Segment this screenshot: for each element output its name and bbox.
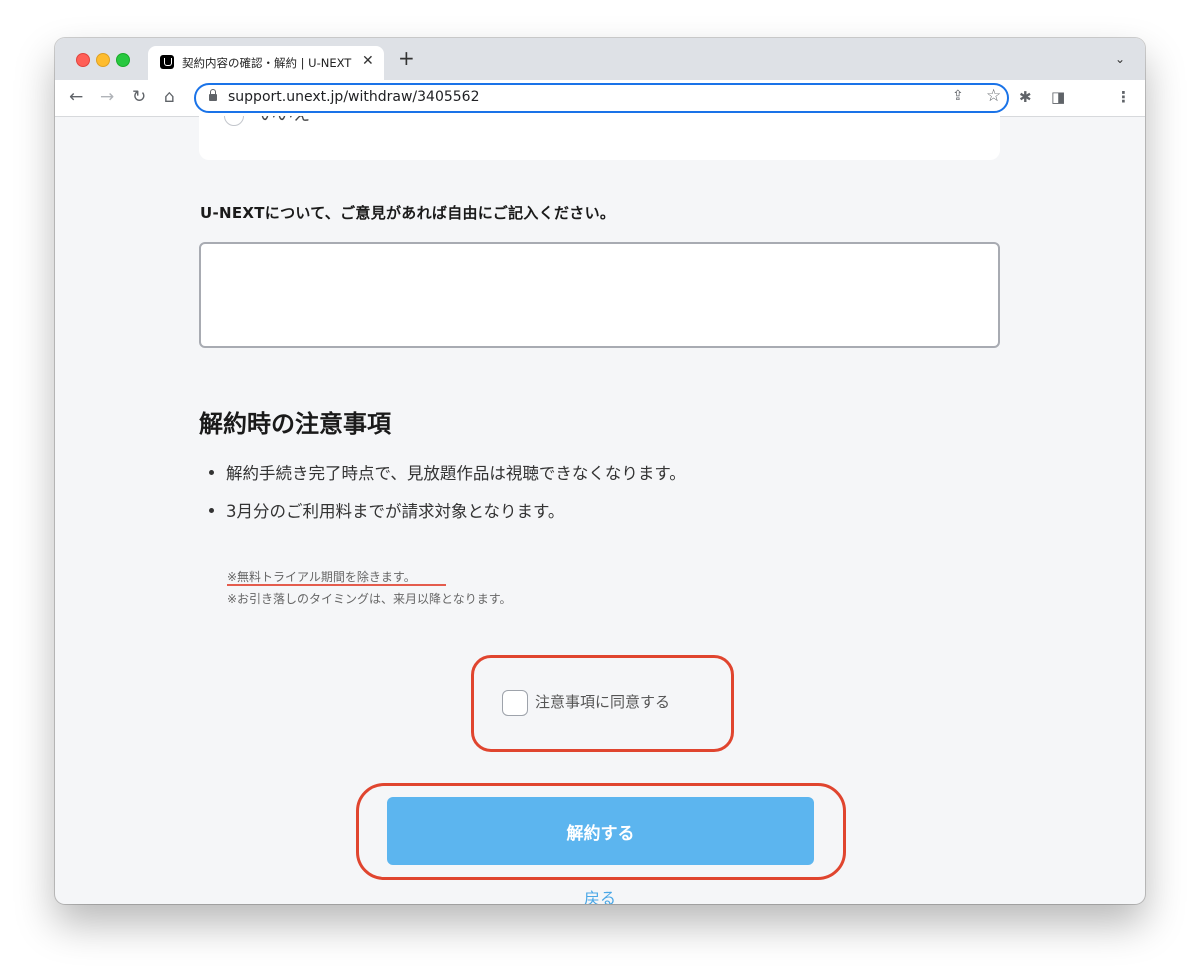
page-content: いいえ U-NEXTについて、ご意見があれば自由にご記入ください。 解約時の注意… — [55, 116, 1145, 904]
browser-menu-icon[interactable]: ⋮ — [1116, 88, 1131, 106]
new-tab-icon[interactable]: + — [398, 48, 415, 68]
back-icon[interactable]: ← — [69, 86, 83, 108]
subnote-trial: ※無料トライアル期間を除きます。 — [227, 570, 416, 584]
agree-checkbox[interactable] — [502, 690, 528, 716]
notes-heading: 解約時の注意事項 — [199, 410, 391, 438]
url-text[interactable]: support.unext.jp/withdraw/3405562 — [228, 89, 479, 105]
radio-no-label: いいえ — [259, 116, 310, 125]
bookmark-star-icon[interactable]: ☆ — [986, 86, 1001, 106]
browser-window: 契約内容の確認・解約 | U-NEXT ✕ + ⌄ ← → ↻ ⌂ suppor… — [55, 38, 1145, 904]
note-item-text: 解約手続き完了時点で、見放題作品は視聴できなくなります。 — [226, 464, 686, 483]
radio-no[interactable] — [224, 116, 244, 126]
browser-tab[interactable]: 契約内容の確認・解約 | U-NEXT ✕ — [148, 46, 384, 80]
annotation-underline — [227, 584, 446, 586]
survey-card: いいえ — [199, 116, 1000, 160]
tab-title: 契約内容の確認・解約 | U-NEXT — [182, 56, 352, 70]
share-icon[interactable]: ⇪ — [952, 88, 964, 104]
side-panel-icon[interactable]: ◨ — [1051, 88, 1065, 106]
browser-toolbar: ← → ↻ ⌂ support.unext.jp/withdraw/340556… — [55, 80, 1145, 117]
maximize-window-button[interactable] — [116, 53, 130, 67]
reload-icon[interactable]: ↻ — [132, 86, 146, 108]
feedback-textarea[interactable] — [199, 242, 1000, 348]
minimize-window-button[interactable] — [96, 53, 110, 67]
subnote-billing: ※お引き落しのタイミングは、来月以降となります。 — [227, 592, 512, 606]
tab-strip: 契約内容の確認・解約 | U-NEXT ✕ + ⌄ — [55, 38, 1145, 80]
close-window-button[interactable] — [76, 53, 90, 67]
feedback-question-label: U-NEXTについて、ご意見があれば自由にご記入ください。 — [200, 204, 616, 222]
back-link-text[interactable]: 戻る — [584, 889, 616, 904]
forward-icon[interactable]: → — [100, 86, 114, 108]
tab-close-icon[interactable]: ✕ — [362, 53, 374, 69]
cancel-subscription-button[interactable]: 解約する — [387, 797, 814, 865]
lock-icon[interactable] — [209, 89, 217, 101]
tab-search-chevron-icon[interactable]: ⌄ — [1115, 52, 1125, 66]
extensions-icon[interactable]: ✱ — [1019, 88, 1032, 106]
home-icon[interactable]: ⌂ — [164, 86, 175, 108]
agree-label[interactable]: 注意事項に同意する — [535, 691, 670, 712]
address-bar[interactable]: support.unext.jp/withdraw/3405562 ⇪ ☆ — [194, 83, 1009, 113]
note-item-text: 3月分のご利用料までが請求対象となります。 — [226, 502, 565, 521]
note-item: 3月分のご利用料までが請求対象となります。 — [208, 498, 565, 522]
note-item: 解約手続き完了時点で、見放題作品は視聴できなくなります。 — [209, 460, 686, 484]
back-link: 戻る — [55, 885, 1145, 904]
unext-favicon-icon — [160, 55, 174, 69]
